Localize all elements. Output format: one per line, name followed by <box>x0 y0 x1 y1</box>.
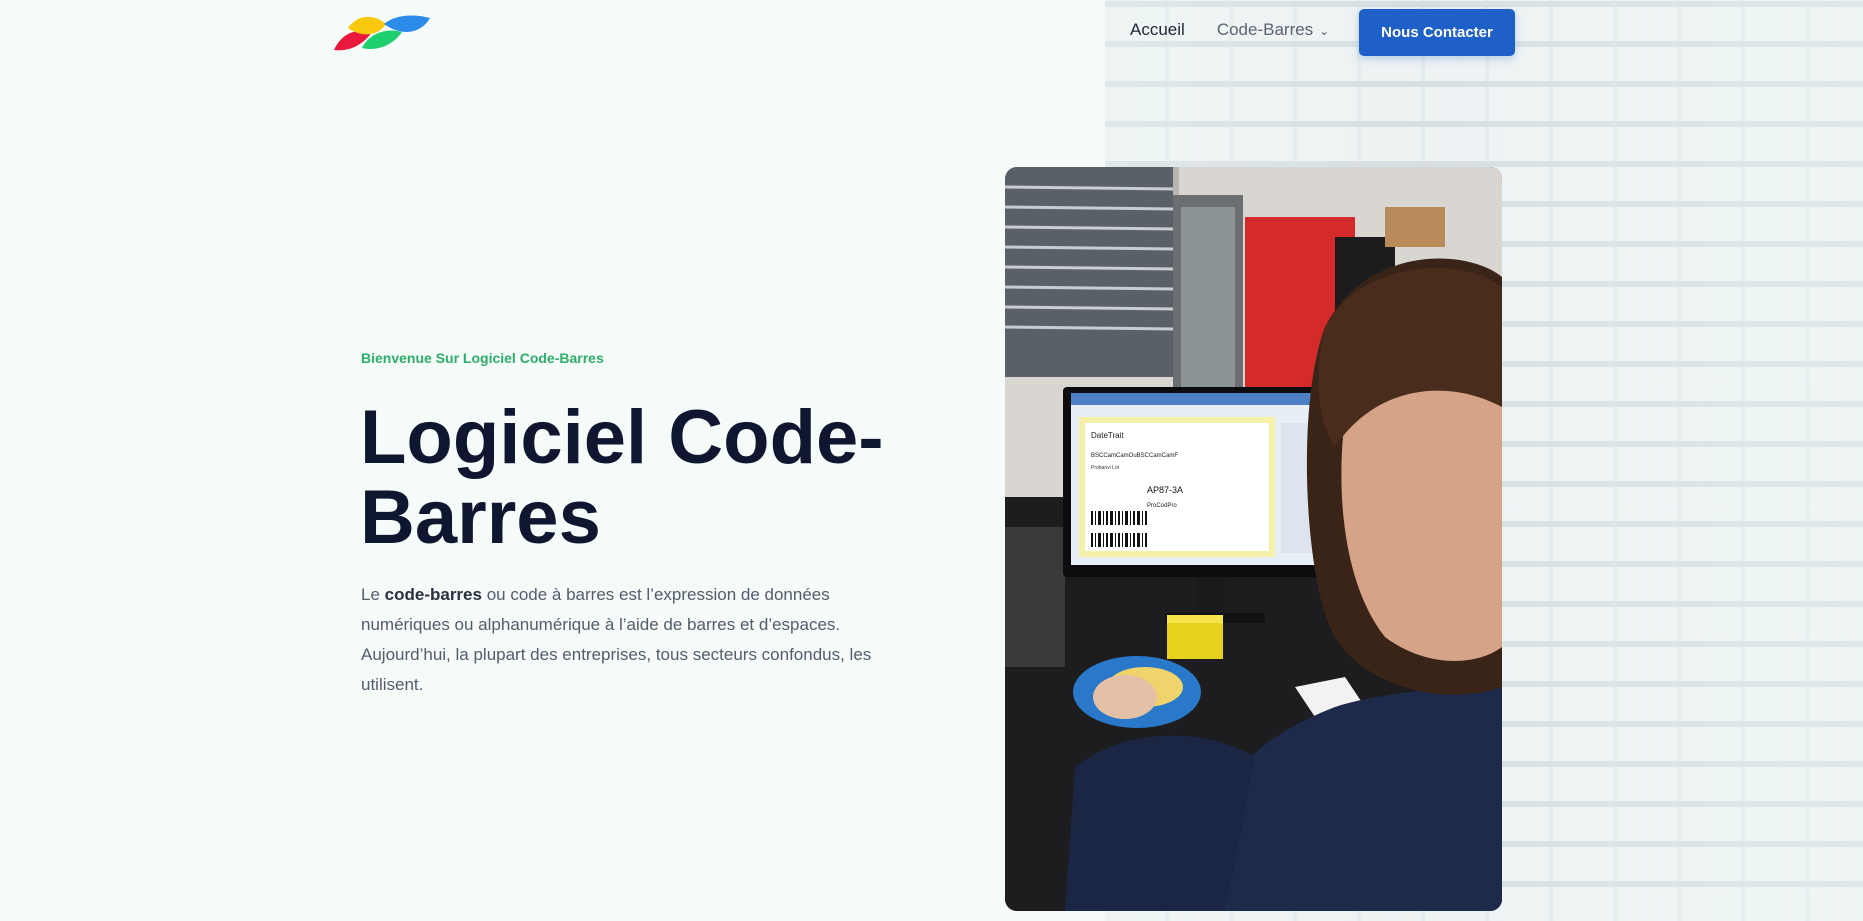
brand-leaf-logo-icon <box>334 15 430 51</box>
hero-description: Le code-barres ou code à barres est l’ex… <box>361 580 881 700</box>
page-title: Logiciel Code-Barres <box>360 395 884 560</box>
hero-desc-bold: code-barres <box>384 585 482 604</box>
chevron-down-icon: ⌄ <box>1319 24 1330 38</box>
main-nav: Accueil Code-Barres ⌄ <box>1130 20 1361 40</box>
nav-accueil[interactable]: Accueil <box>1130 20 1185 40</box>
screen-line3: ProCodPro <box>1147 503 1177 509</box>
hero-desc-prefix: Le <box>361 585 385 604</box>
contact-button[interactable]: Nous Contacter <box>1359 9 1515 56</box>
office-barcode-software-photo-icon: DateTrait BSCCamCamOuBSCCamCamF Probanvi… <box>1005 167 1502 911</box>
nav-code-barres[interactable]: Code-Barres ⌄ <box>1217 20 1329 40</box>
screen-code: AP87-3A <box>1147 485 1183 495</box>
screen-line2: Probanvi Lot <box>1091 465 1120 471</box>
hero-eyebrow: Bienvenue Sur Logiciel Code-Barres <box>361 350 604 366</box>
screen-line1: BSCCamCamOuBSCCamCamF <box>1091 453 1178 459</box>
nav-code-barres-label: Code-Barres <box>1216 20 1314 39</box>
screen-doc-title: DateTrait <box>1091 431 1124 440</box>
brand-logo[interactable] <box>334 14 434 52</box>
